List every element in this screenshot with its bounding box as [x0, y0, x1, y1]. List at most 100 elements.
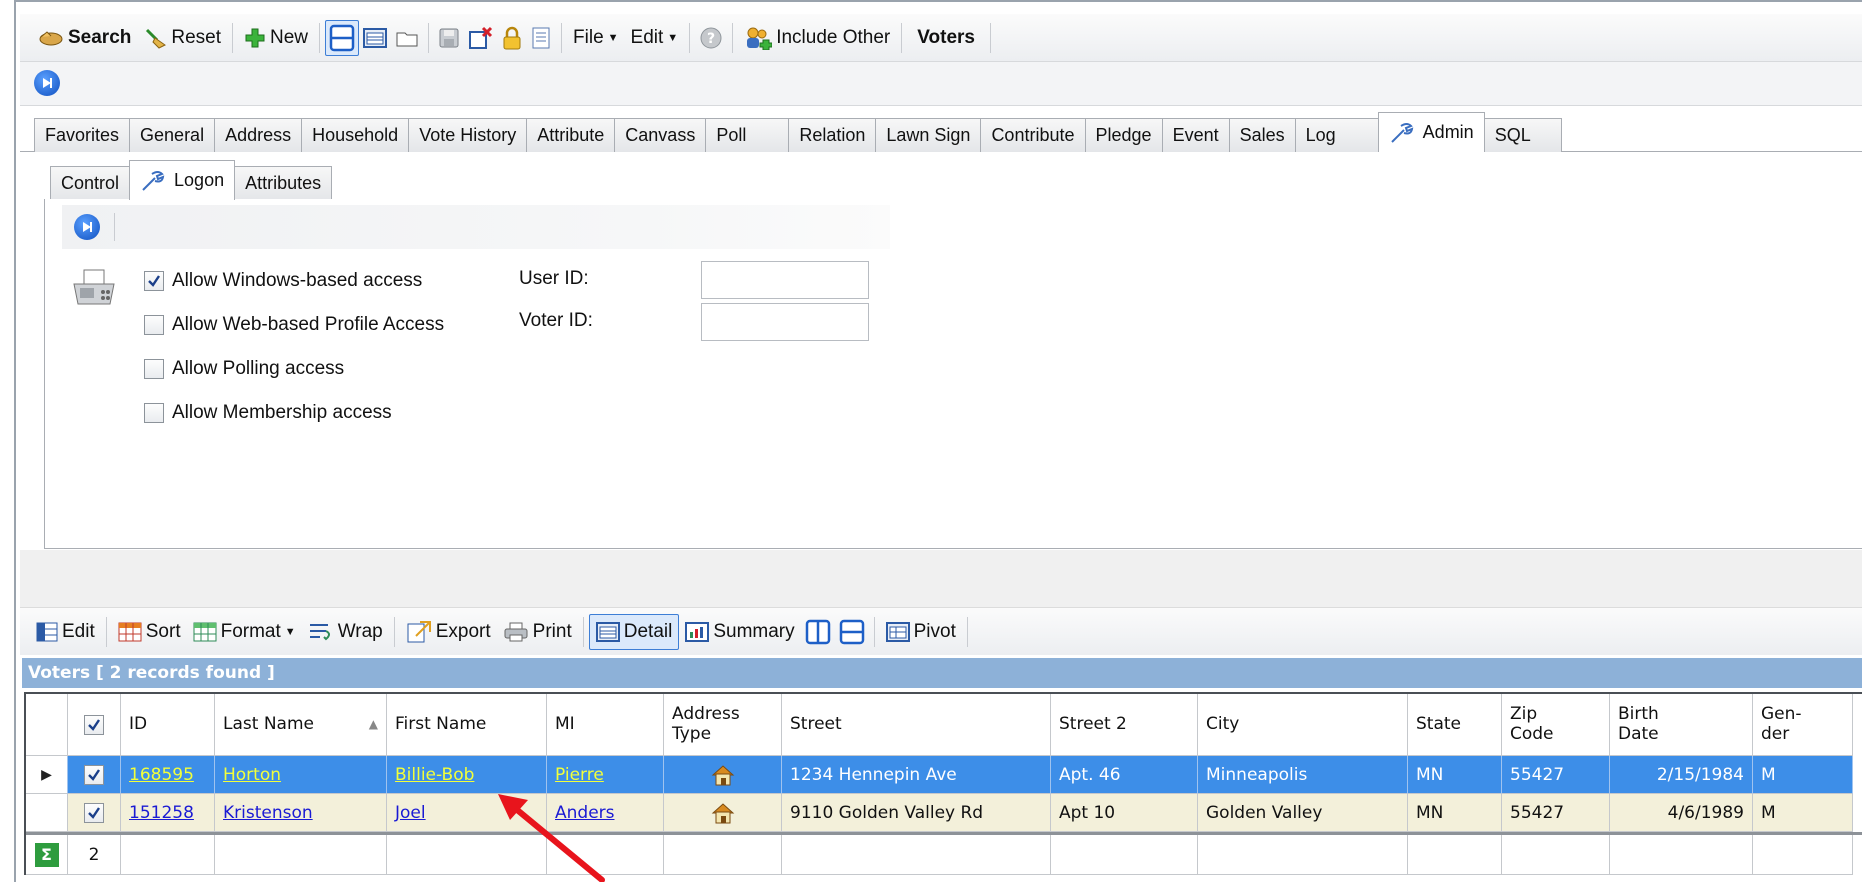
- subtab-logon[interactable]: Logon: [129, 160, 236, 200]
- allow-windows-access[interactable]: Allow Windows-based access: [144, 266, 444, 296]
- column-header-birth-date[interactable]: Birth Date: [1610, 694, 1753, 756]
- tab-attribute[interactable]: Attribute: [526, 118, 616, 152]
- save-button[interactable]: [434, 20, 464, 56]
- first-name-link[interactable]: Billie-Bob: [395, 765, 474, 785]
- subtab-attributes[interactable]: Attributes: [234, 166, 333, 200]
- checkbox-checked[interactable]: [84, 764, 104, 785]
- column-header-last-name[interactable]: Last Name ▲: [215, 694, 387, 756]
- format-menu[interactable]: Format ▼: [187, 614, 302, 650]
- cell-gender: M: [1753, 756, 1853, 794]
- checkbox-unchecked[interactable]: [144, 315, 164, 335]
- cell-street2: Apt. 46: [1051, 756, 1198, 794]
- tab-vote-history[interactable]: Vote History: [408, 118, 528, 152]
- help-button[interactable]: ?: [695, 20, 727, 56]
- checkbox-checked[interactable]: [84, 802, 104, 823]
- tab-poll[interactable]: Poll: [705, 118, 790, 152]
- column-header-first-name[interactable]: First Name: [387, 694, 547, 756]
- id-link[interactable]: 151258: [129, 803, 194, 823]
- user-id-field[interactable]: [701, 261, 869, 299]
- new-button[interactable]: New: [238, 20, 314, 56]
- last-name-link[interactable]: Horton: [223, 765, 281, 785]
- checkbox-unchecked[interactable]: [144, 359, 164, 379]
- export-button[interactable]: Export: [400, 614, 497, 650]
- tab-general[interactable]: General: [129, 118, 216, 152]
- sum-icon[interactable]: Σ: [26, 835, 68, 875]
- delete-record-button[interactable]: [464, 20, 498, 56]
- table-row[interactable]: ▶ 168595 Horton Billie-Bob Pierre 1234 H…: [26, 756, 1862, 794]
- edit-menu[interactable]: Edit ▼: [625, 20, 685, 56]
- play-icon[interactable]: [74, 214, 100, 240]
- tab-contribute[interactable]: Contribute: [980, 118, 1086, 152]
- row-checkbox-cell[interactable]: [68, 756, 121, 794]
- summary-button[interactable]: Summary: [679, 614, 800, 650]
- tab-sql[interactable]: SQL: [1483, 118, 1562, 152]
- checkbox-checked[interactable]: [84, 714, 104, 735]
- file-menu[interactable]: File ▼: [567, 20, 625, 56]
- tab-admin[interactable]: Admin: [1377, 112, 1485, 152]
- tab-canvass[interactable]: Canvass: [614, 118, 707, 152]
- column-header-gender[interactable]: Gen- der: [1753, 694, 1853, 756]
- subtab-control[interactable]: Control: [50, 166, 131, 200]
- mi-link[interactable]: Pierre: [555, 765, 604, 785]
- column-header-mi[interactable]: MI: [547, 694, 664, 756]
- sort-button[interactable]: Sort: [112, 614, 187, 650]
- tab-pledge[interactable]: Pledge: [1084, 118, 1163, 152]
- first-name-link[interactable]: Joel: [395, 803, 426, 823]
- cell-mi[interactable]: Pierre: [547, 756, 664, 794]
- allow-web-profile-access[interactable]: Allow Web-based Profile Access: [144, 310, 444, 340]
- cell-id[interactable]: 168595: [121, 756, 215, 794]
- cell-last-name[interactable]: Horton: [215, 756, 387, 794]
- column-header-street[interactable]: Street: [782, 694, 1051, 756]
- allow-membership-access[interactable]: Allow Membership access: [144, 398, 444, 428]
- split-vertical-button[interactable]: [801, 614, 835, 650]
- select-all-checkbox-cell[interactable]: [68, 694, 121, 756]
- tab-sales[interactable]: Sales: [1228, 118, 1296, 152]
- navigation-bar: [20, 62, 1862, 106]
- split-horizontal-button[interactable]: [325, 19, 360, 56]
- cell-first-name[interactable]: Billie-Bob: [387, 756, 547, 794]
- row-checkbox-cell[interactable]: [68, 794, 121, 832]
- cell-street2: Apt 10: [1051, 794, 1198, 832]
- tab-household[interactable]: Household: [301, 118, 410, 152]
- column-header-address-type[interactable]: Address Type: [664, 694, 782, 756]
- column-header-zip-code[interactable]: Zip Code: [1502, 694, 1610, 756]
- reset-button[interactable]: Reset: [137, 20, 227, 56]
- lock-button[interactable]: [498, 20, 526, 56]
- new-label: New: [270, 26, 309, 48]
- tab-relation[interactable]: Relation: [788, 118, 877, 152]
- include-other-button[interactable]: Include Other: [738, 20, 896, 56]
- column-header-street2[interactable]: Street 2: [1051, 694, 1198, 756]
- tab-favorites[interactable]: Favorites: [34, 118, 131, 152]
- tab-event[interactable]: Event: [1161, 118, 1230, 152]
- id-link[interactable]: 168595: [129, 765, 194, 785]
- column-header-id[interactable]: ID: [121, 694, 215, 756]
- allow-polling-access[interactable]: Allow Polling access: [144, 354, 444, 384]
- grid-edit-button[interactable]: Edit: [30, 614, 101, 650]
- cell-id[interactable]: 151258: [121, 794, 215, 832]
- splitter[interactable]: [20, 550, 1862, 610]
- detail-button[interactable]: Detail: [588, 613, 680, 650]
- tab-address[interactable]: Address: [214, 118, 303, 152]
- column-header-city[interactable]: City: [1198, 694, 1408, 756]
- pivot-button[interactable]: Pivot: [880, 614, 962, 650]
- checkbox-checked[interactable]: [144, 271, 164, 291]
- cell-address-type: [664, 794, 782, 832]
- table-row[interactable]: 151258 Kristenson Joel Anders 9110 Golde…: [26, 794, 1862, 832]
- cell-address-type: [664, 756, 782, 794]
- print-button[interactable]: Print: [497, 614, 578, 650]
- notes-button[interactable]: [526, 20, 556, 56]
- column-header-state[interactable]: State: [1408, 694, 1502, 756]
- search-button[interactable]: Search: [32, 20, 137, 56]
- last-name-link[interactable]: Kristenson: [223, 803, 313, 823]
- folder-button[interactable]: [391, 20, 423, 56]
- split-horizontal-button[interactable]: [835, 614, 869, 650]
- tab-lawn-sign[interactable]: Lawn Sign: [875, 118, 982, 152]
- voter-id-field[interactable]: [701, 303, 869, 341]
- checkbox-unchecked[interactable]: [144, 403, 164, 423]
- wrap-button[interactable]: Wrap: [302, 614, 389, 650]
- column-header-label: Birth: [1618, 703, 1659, 724]
- form-view-button[interactable]: [359, 20, 391, 56]
- tab-log[interactable]: Log: [1294, 118, 1379, 152]
- cell-last-name[interactable]: Kristenson: [215, 794, 387, 832]
- play-icon[interactable]: [34, 70, 60, 96]
